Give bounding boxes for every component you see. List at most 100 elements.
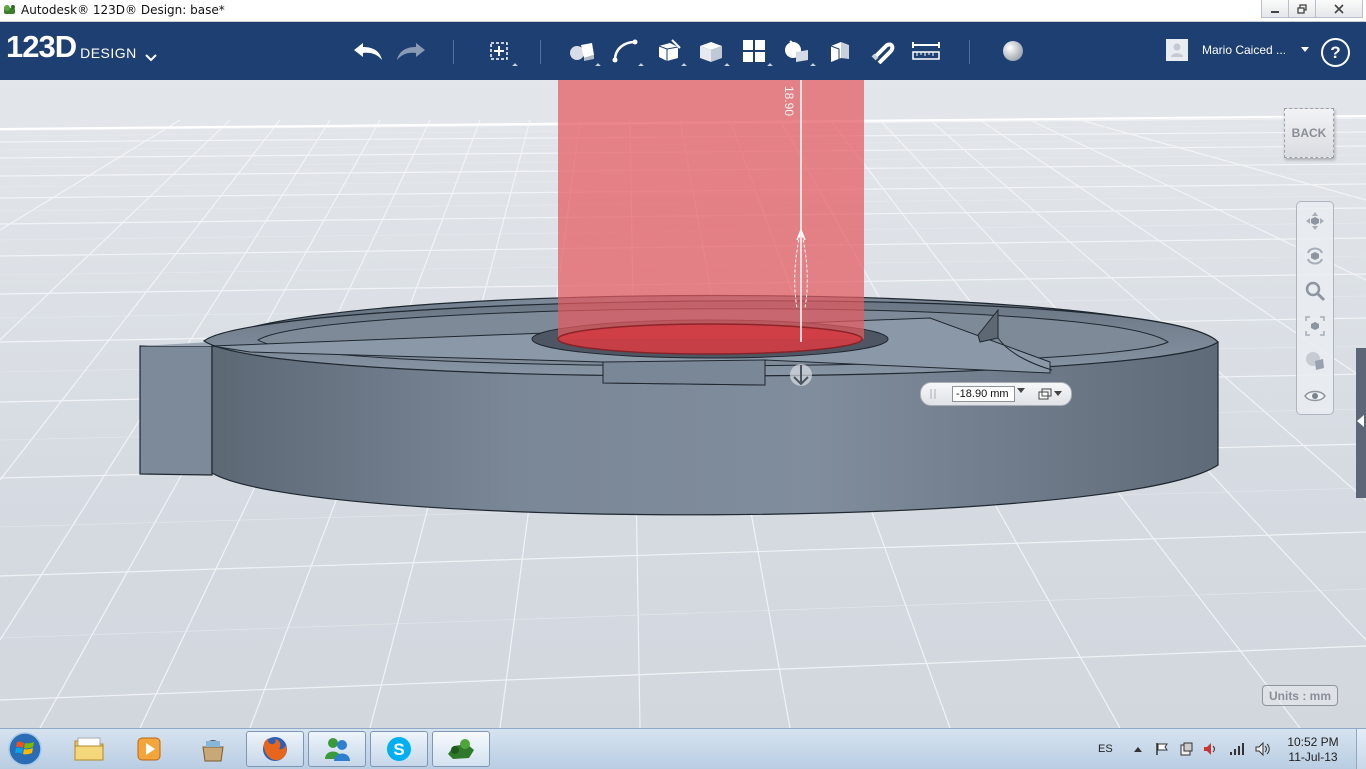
extrude-value-input[interactable] bbox=[952, 386, 1015, 402]
language-indicator[interactable]: ES bbox=[1098, 743, 1113, 755]
measure-tool[interactable] bbox=[906, 30, 946, 72]
visibility-button[interactable] bbox=[1301, 382, 1329, 410]
start-button[interactable] bbox=[6, 731, 44, 767]
grip-handle-icon bbox=[930, 389, 936, 399]
dropdown-indicator-icon bbox=[810, 63, 816, 69]
fit-button[interactable] bbox=[1301, 312, 1329, 340]
minimize-button[interactable] bbox=[1261, 0, 1289, 18]
window-title: Autodesk® 123D® Design: base* bbox=[21, 3, 225, 17]
app-menu-button[interactable]: 123D DESIGN bbox=[6, 31, 157, 62]
system-tray: ES bbox=[1098, 729, 1271, 769]
undo-icon bbox=[354, 43, 382, 60]
caret-down-icon bbox=[1301, 47, 1310, 52]
toolbar-separator bbox=[453, 40, 454, 64]
construct-icon bbox=[658, 39, 681, 61]
taskbar-shopping-bag[interactable] bbox=[184, 731, 242, 767]
combine-tool[interactable] bbox=[820, 30, 860, 72]
dropdown-indicator-icon bbox=[724, 63, 730, 69]
folder-icon bbox=[74, 737, 104, 761]
primitives-tool[interactable] bbox=[562, 30, 602, 72]
media-player-icon bbox=[137, 737, 161, 761]
snap-tool[interactable] bbox=[863, 30, 903, 72]
minimize-icon bbox=[1271, 10, 1279, 13]
primitives-icon bbox=[570, 43, 594, 61]
taskbar-messenger[interactable] bbox=[308, 731, 366, 767]
restore-button[interactable] bbox=[1288, 0, 1316, 18]
pan-icon bbox=[1306, 212, 1324, 230]
device-icon[interactable] bbox=[1179, 742, 1193, 756]
sketch-icon bbox=[612, 39, 638, 63]
caret-down-icon[interactable] bbox=[1017, 388, 1025, 394]
skype-icon: S bbox=[387, 737, 411, 761]
show-desktop-button[interactable] bbox=[1356, 729, 1366, 769]
extrude-mode-dropdown[interactable] bbox=[1038, 386, 1062, 401]
back-view-button[interactable]: BACK bbox=[1284, 108, 1334, 158]
user-name: Mario Caiced ... bbox=[1202, 43, 1287, 57]
fit-icon bbox=[1305, 316, 1325, 336]
shopping-bag-icon bbox=[202, 740, 224, 762]
show-hidden-icons-icon[interactable] bbox=[1133, 745, 1143, 753]
zoom-button[interactable] bbox=[1301, 277, 1329, 305]
eye-icon bbox=[1304, 390, 1326, 402]
clock[interactable]: 10:52 PM 11-Jul-13 bbox=[1278, 735, 1348, 765]
clock-date: 11-Jul-13 bbox=[1288, 750, 1338, 764]
orbit-icon bbox=[1307, 247, 1323, 265]
dropdown-indicator-icon bbox=[595, 63, 601, 69]
taskbar-skype[interactable]: S bbox=[370, 731, 428, 767]
user-account-menu[interactable]: Mario Caiced ... bbox=[1166, 39, 1310, 61]
workplane-grid: 18.90 bbox=[0, 80, 1366, 728]
3d-viewport[interactable]: 18.90 BACK Units : mm bbox=[0, 80, 1366, 728]
pan-button[interactable] bbox=[1301, 207, 1329, 235]
material-tool[interactable] bbox=[993, 30, 1033, 72]
pattern-icon bbox=[743, 40, 765, 62]
action-center-flag-icon[interactable] bbox=[1155, 742, 1169, 756]
orbit-button[interactable] bbox=[1301, 242, 1329, 270]
firefox-icon bbox=[263, 737, 287, 761]
taskbar-windows-explorer[interactable] bbox=[60, 731, 118, 767]
transform-tool[interactable] bbox=[479, 30, 519, 72]
help-button[interactable]: ? bbox=[1321, 38, 1350, 67]
caret-down-icon bbox=[1054, 390, 1062, 396]
magnet-icon bbox=[871, 42, 895, 64]
windows-taskbar: S ES 10:52 PM 11-Jul-13 bbox=[0, 728, 1366, 769]
123d-design-icon bbox=[448, 739, 474, 759]
close-button[interactable] bbox=[1315, 0, 1363, 18]
speaker-icon[interactable] bbox=[1255, 742, 1271, 756]
sketch-tool[interactable] bbox=[605, 30, 645, 72]
clock-time: 10:52 PM bbox=[1287, 735, 1339, 749]
navigation-bar bbox=[1296, 201, 1334, 415]
extrude-arrow-handle[interactable] bbox=[790, 364, 812, 386]
modify-tool[interactable] bbox=[691, 30, 731, 72]
taskbar-firefox[interactable] bbox=[246, 731, 304, 767]
chevron-down-icon bbox=[145, 54, 157, 62]
side-panel-toggle[interactable] bbox=[1357, 415, 1364, 427]
dimension-label: 18.90 bbox=[782, 86, 796, 116]
pattern-tool[interactable] bbox=[734, 30, 774, 72]
windows-logo-icon bbox=[8, 732, 42, 766]
undo-button[interactable] bbox=[348, 30, 388, 72]
main-toolbar: 123D DESIGN Mario Caiced ... ? bbox=[0, 22, 1366, 80]
construct-tool[interactable] bbox=[648, 30, 688, 72]
grouping-icon bbox=[785, 40, 808, 62]
messenger-icon bbox=[325, 738, 350, 761]
logo-word: DESIGN bbox=[80, 45, 137, 61]
material-sphere-icon bbox=[1003, 41, 1023, 61]
taskbar-123d-design[interactable] bbox=[432, 731, 490, 767]
grouping-tool[interactable] bbox=[777, 30, 817, 72]
units-button[interactable]: Units : mm bbox=[1262, 685, 1338, 706]
dropdown-indicator-icon bbox=[638, 63, 644, 69]
taskbar-media-player[interactable] bbox=[120, 731, 178, 767]
redo-button[interactable] bbox=[391, 30, 431, 72]
network-signal-icon[interactable] bbox=[1229, 742, 1245, 756]
ruler-icon bbox=[912, 42, 940, 60]
modify-icon bbox=[700, 42, 722, 62]
transform-icon bbox=[490, 42, 508, 60]
view-mode-button[interactable] bbox=[1301, 347, 1329, 375]
merge-mode-icon bbox=[1038, 388, 1052, 399]
dropdown-indicator-icon bbox=[767, 63, 773, 69]
view-mode-icon bbox=[1306, 352, 1324, 370]
window-title-bar: Autodesk® 123D® Design: base* bbox=[0, 0, 1366, 22]
restore-icon bbox=[1297, 3, 1307, 14]
svg-text:S: S bbox=[393, 740, 404, 759]
volume-icon[interactable] bbox=[1203, 742, 1219, 756]
